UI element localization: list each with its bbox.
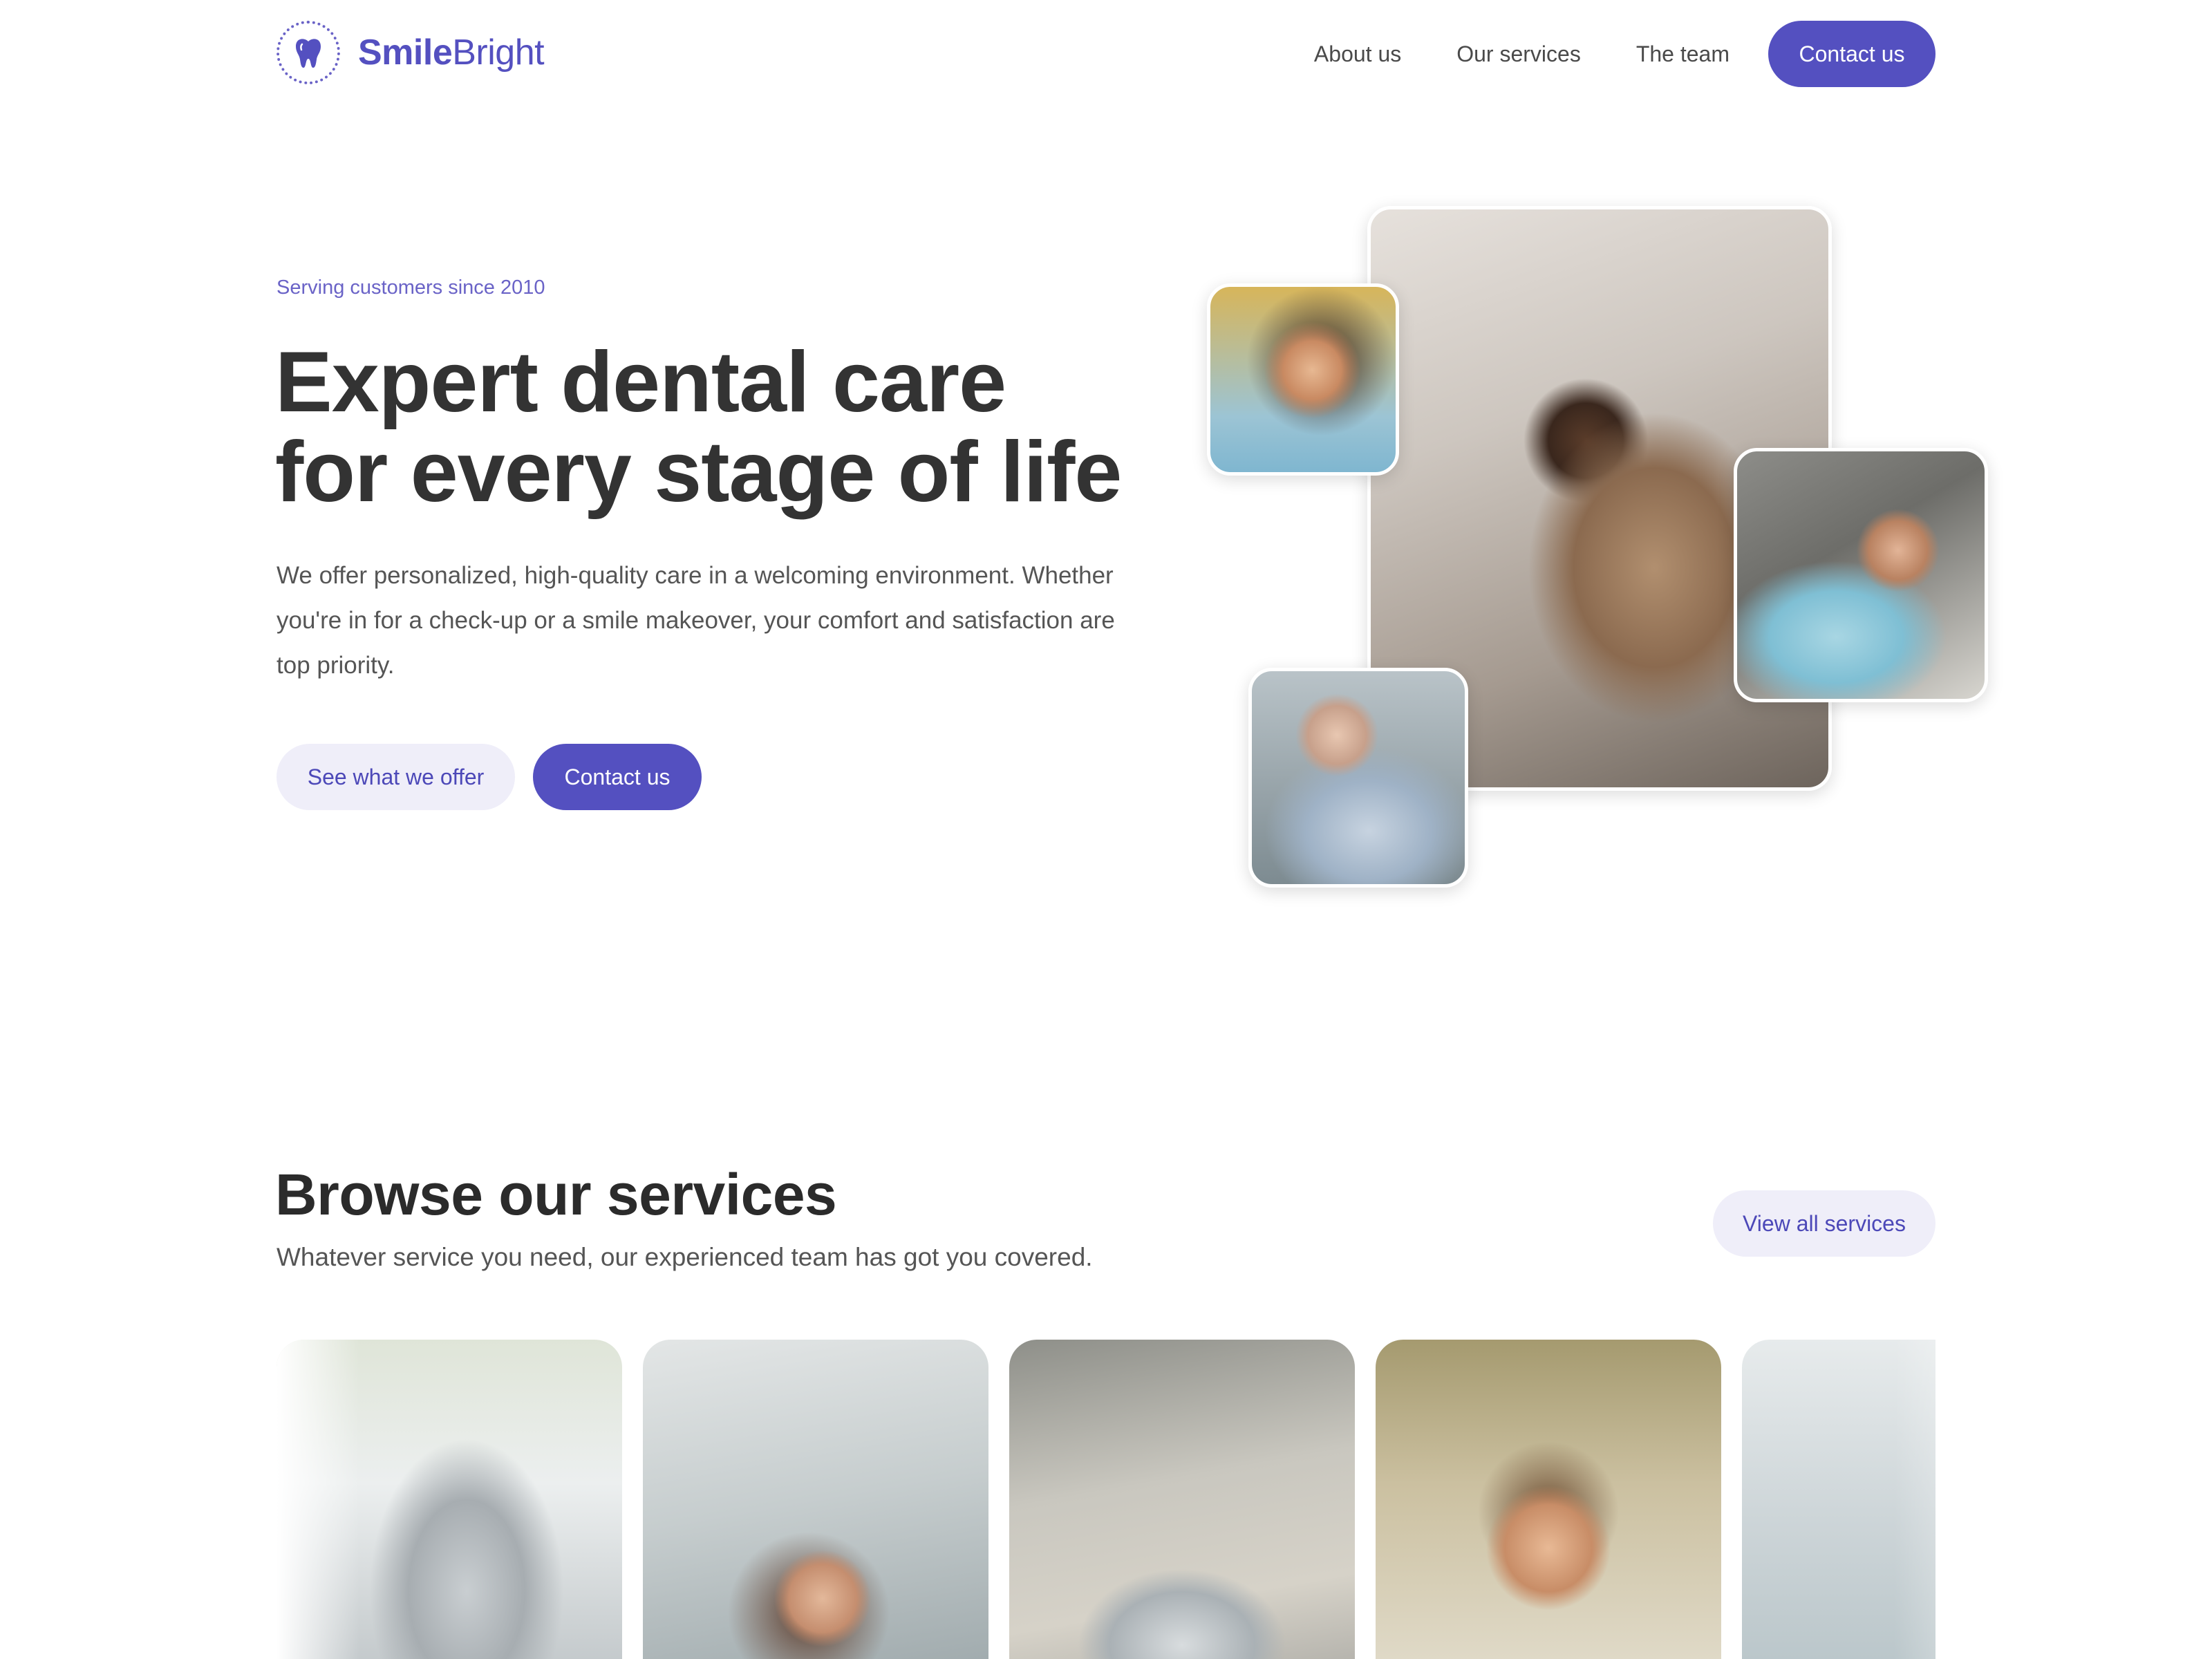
service-card[interactable]	[1009, 1340, 1355, 1659]
patient-elder-photo	[1248, 668, 1468, 888]
service-card[interactable]	[643, 1340, 988, 1659]
view-all-services-button[interactable]: View all services	[1713, 1190, 1936, 1257]
site-header: SmileBright About us Our services The te…	[0, 0, 2212, 104]
hero-contact-button[interactable]: Contact us	[533, 744, 702, 810]
hero-eyebrow: Serving customers since 2010	[276, 276, 545, 299]
services-carousel	[276, 1340, 1936, 1659]
brand-logo[interactable]: SmileBright	[276, 21, 545, 84]
hero-actions: See what we offer Contact us	[276, 744, 702, 810]
patient-girl-photo	[1207, 283, 1399, 476]
nav-contact-button[interactable]: Contact us	[1768, 21, 1936, 87]
hero-title-line-1: Expert dental care	[275, 335, 1006, 430]
nav-link-team[interactable]: The team	[1636, 41, 1730, 67]
main-nav: About us Our services The team Contact u…	[1314, 21, 1936, 87]
nav-link-about[interactable]: About us	[1314, 41, 1401, 67]
services-subtitle: Whatever service you need, our experienc…	[276, 1243, 1093, 1271]
hero-title-line-2: for every stage of life	[275, 424, 1122, 520]
services-title: Browse our services	[275, 1162, 837, 1227]
hero-title: Expert dental care for every stage of li…	[275, 337, 1174, 517]
service-card[interactable]	[1376, 1340, 1721, 1659]
brand-name: SmileBright	[358, 32, 545, 73]
patient-man-photo	[1734, 448, 1988, 702]
nav-link-services[interactable]: Our services	[1456, 41, 1581, 67]
hero-description: We offer personalized, high-quality care…	[276, 562, 1115, 679]
tooth-icon	[276, 21, 340, 84]
see-offer-button[interactable]: See what we offer	[276, 744, 515, 810]
service-card[interactable]	[1742, 1340, 1936, 1659]
service-card[interactable]	[276, 1340, 622, 1659]
